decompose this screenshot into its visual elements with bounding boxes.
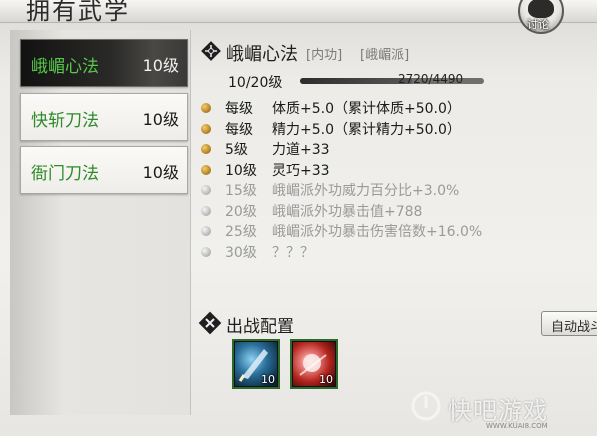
bonus-effect: 灵巧+33 <box>272 162 330 179</box>
battle-config-title: 出战配置 <box>226 317 294 337</box>
skill-level: 10级 <box>142 110 179 129</box>
skill-sect-tag: [峨嵋派] <box>360 48 410 63</box>
slot-count: 10 <box>261 373 275 386</box>
bonus-level: 30级 <box>225 244 257 261</box>
watermark-text: 快吧游戏 <box>448 397 548 425</box>
bonus-level: 20级 <box>225 203 257 220</box>
locked-bullet-icon <box>201 226 211 236</box>
bonus-level: 15级 <box>225 183 257 199</box>
unlocked-bullet-icon <box>201 103 211 113</box>
battle-slot-skill-blade[interactable]: 10 <box>232 339 280 389</box>
skill-item-quick-blade[interactable]: 快斩刀法 10级 <box>20 93 188 141</box>
unlocked-bullet-icon <box>201 164 211 175</box>
skill-type-tag: [内功] <box>306 48 343 63</box>
slot-count: 10 <box>319 373 333 386</box>
locked-bullet-icon <box>201 205 211 216</box>
unlocked-bullet-icon <box>201 144 211 154</box>
bonus-level: 25级 <box>225 224 257 240</box>
bonus-level: 每级 <box>225 121 253 138</box>
bonus-effect: 峨嵋派外功威力百分比+3.0% <box>272 183 460 199</box>
skill-level-progress-label: 10/20级 <box>228 75 283 91</box>
skill-diamond-icon <box>201 41 221 61</box>
bonus-level: 5级 <box>225 142 248 158</box>
discuss-button[interactable]: 讨论 <box>518 0 564 34</box>
page-title: 拥有武学 <box>26 0 130 25</box>
skill-item-yamen-blade[interactable]: 衙门刀法 10级 <box>20 146 188 194</box>
bonus-level: 10级 <box>225 162 257 179</box>
locked-bullet-icon <box>201 246 211 257</box>
bonus-effect: ？？？ <box>272 244 314 261</box>
discuss-label: 讨论 <box>527 18 549 31</box>
watermark-url: WWW.KUAI8.COM <box>486 422 548 430</box>
exp-progress-text: 2720/4490 <box>398 72 464 86</box>
bonus-level: 每级 <box>225 101 253 117</box>
unlocked-bullet-icon <box>201 123 211 134</box>
bonus-effect: 体质+5.0（累计体质+50.0） <box>272 101 461 117</box>
bonus-effect: 精力+5.0（累计精力+50.0） <box>272 121 461 138</box>
skill-level: 10级 <box>142 56 179 75</box>
skill-name: 峨嵋心法 <box>31 57 99 77</box>
skill-name: 衙门刀法 <box>31 164 99 184</box>
auto-battle-button[interactable]: 自动战斗 <box>541 311 597 336</box>
skill-detail-title: 峨嵋心法 <box>226 44 298 65</box>
bonus-effect: 力道+33 <box>272 142 330 158</box>
battle-config-icon <box>198 311 222 335</box>
skill-name: 快斩刀法 <box>31 111 99 131</box>
exp-progress-fill <box>300 78 412 84</box>
locked-bullet-icon <box>201 185 211 195</box>
bonus-effect: 峨嵋派外功暴击值+788 <box>272 203 423 220</box>
header-bar: 拥有武学 <box>0 0 597 25</box>
skill-level: 10级 <box>142 163 179 182</box>
watermark-logo-icon <box>411 391 441 421</box>
skill-item-emei-heart[interactable]: 峨嵋心法 10级 <box>20 39 188 87</box>
battle-slot-skill-fist[interactable]: 10 <box>290 339 338 389</box>
bonus-effect: 峨嵋派外功暴击伤害倍数+16.0% <box>272 224 483 240</box>
skill-list: 峨嵋心法 10级 快斩刀法 10级 衙门刀法 10级 <box>10 30 191 415</box>
